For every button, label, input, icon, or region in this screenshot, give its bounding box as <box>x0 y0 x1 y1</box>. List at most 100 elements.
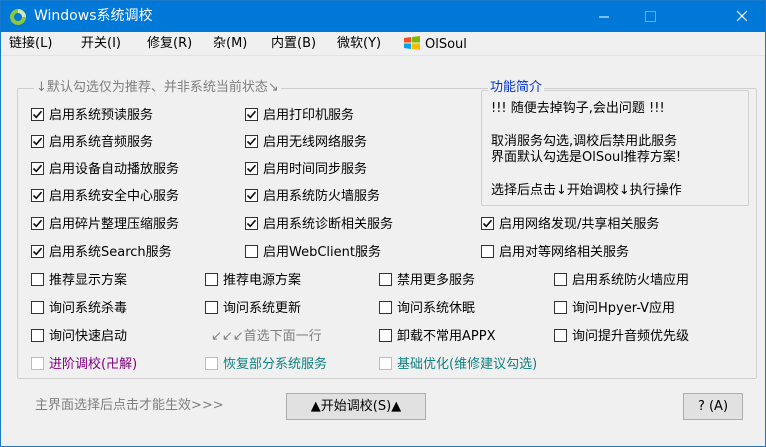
check-label: 推荐显示方案 <box>49 273 128 288</box>
check-windows-search[interactable]: 启用系统Search服务 <box>31 244 172 262</box>
check-label: 询问系统休眠 <box>397 301 476 316</box>
check-uninstall-appx[interactable]: 卸载不常用APPX <box>379 328 495 346</box>
check-webclient[interactable]: 启用WebClient服务 <box>245 244 381 262</box>
check-label: 启用网络发现/共享相关服务 <box>499 217 660 232</box>
checkbox-box[interactable] <box>31 301 44 314</box>
app-window: Windows系统调校 链接(L) 开关(I) 修复(R) 杂(M) 内置(B)… <box>0 0 766 447</box>
menu-olsoul[interactable]: OlSoul <box>403 35 467 53</box>
menu-builtin[interactable]: 内置(B) <box>271 36 316 52</box>
checkbox-box[interactable] <box>245 162 258 175</box>
maximize-button[interactable] <box>627 1 673 32</box>
checkbox-box[interactable] <box>379 357 392 370</box>
check-diagnostics[interactable]: 启用系统诊断相关服务 <box>245 216 393 234</box>
check-label: 卸载不常用APPX <box>397 329 496 344</box>
checkbox-box[interactable] <box>205 273 218 286</box>
check-ask-fast-startup[interactable]: 询问快速启动 <box>31 328 127 346</box>
checkbox-box[interactable] <box>31 189 44 202</box>
check-display-scheme[interactable]: 推荐显示方案 <box>31 272 127 290</box>
menu-switches[interactable]: 开关(I) <box>81 36 121 52</box>
check-autoplay[interactable]: 启用设备自动播放服务 <box>31 161 179 179</box>
intro-line-4: 选择后点击↓开始调校↓执行操作 <box>491 183 682 198</box>
window-title: Windows系统调校 <box>34 8 153 24</box>
checkbox-box[interactable] <box>379 329 392 342</box>
menu-repair[interactable]: 修复(R) <box>147 36 192 52</box>
check-label: 询问系统杀毒 <box>49 301 128 316</box>
minimize-button[interactable] <box>581 1 627 32</box>
checkbox-box[interactable] <box>379 273 392 286</box>
checkbox-box[interactable] <box>554 329 567 342</box>
checkbox-box[interactable] <box>379 301 392 314</box>
checkbox-box[interactable] <box>31 108 44 121</box>
check-firewall-app[interactable]: 启用系统防火墙应用 <box>554 272 689 290</box>
check-defrag[interactable]: 启用碎片整理压缩服务 <box>31 216 179 234</box>
check-ask-antivirus[interactable]: 询问系统杀毒 <box>31 300 127 318</box>
check-label: 启用系统预读服务 <box>49 108 154 123</box>
check-security-center[interactable]: 启用系统安全中心服务 <box>31 188 179 206</box>
check-label: 恢复部分系统服务 <box>223 357 328 372</box>
checkmark-icon <box>246 110 257 119</box>
check-label: 推荐电源方案 <box>223 273 302 288</box>
check-time-sync[interactable]: 启用时间同步服务 <box>245 161 367 179</box>
checkbox-box[interactable] <box>245 217 258 230</box>
footer-note: 主界面选择后点击才能生效>>> <box>35 398 224 413</box>
checkbox-box[interactable] <box>245 108 258 121</box>
intro-legend: 功能简介 <box>488 80 545 96</box>
check-label: 启用碎片整理压缩服务 <box>49 217 180 232</box>
checkbox-box[interactable] <box>205 301 218 314</box>
check-system-audio[interactable]: 启用系统音频服务 <box>31 134 153 152</box>
checkbox-box[interactable] <box>245 189 258 202</box>
check-ask-hibernate[interactable]: 询问系统休眠 <box>379 300 475 318</box>
check-label: 启用时间同步服务 <box>263 162 368 177</box>
checkbox-box[interactable] <box>31 162 44 175</box>
check-label: 启用系统防火墙应用 <box>572 273 690 288</box>
checkbox-box[interactable] <box>245 135 258 148</box>
check-print-spooler[interactable]: 启用打印机服务 <box>245 107 354 125</box>
menu-misc[interactable]: 杂(M) <box>213 36 247 52</box>
check-audio-priority[interactable]: 询问提升音频优先级 <box>554 328 689 346</box>
windows-flag-icon <box>404 36 420 50</box>
hint-select-next-row: ↙↙↙首选下面一行 <box>211 329 322 344</box>
checkmark-icon <box>32 247 43 256</box>
close-button[interactable] <box>719 1 765 32</box>
check-power-scheme[interactable]: 推荐电源方案 <box>205 272 301 290</box>
check-label: 启用系统音频服务 <box>49 135 154 150</box>
checkmark-icon <box>246 137 257 146</box>
checkbox-box[interactable] <box>31 357 44 370</box>
title-bar[interactable]: Windows系统调校 <box>1 1 765 32</box>
check-peer-networking[interactable]: 启用对等网络相关服务 <box>481 244 629 262</box>
check-firewall-service[interactable]: 启用系统防火墙服务 <box>245 188 380 206</box>
menu-links[interactable]: 链接(L) <box>9 36 52 52</box>
check-label: 启用系统安全中心服务 <box>49 189 180 204</box>
checkbox-box[interactable] <box>31 273 44 286</box>
checkmark-icon <box>32 219 43 228</box>
check-advanced-tuning[interactable]: 进阶调校(卍解) <box>31 356 137 374</box>
checkbox-box[interactable] <box>31 245 44 258</box>
check-ask-update[interactable]: 询问系统更新 <box>205 300 301 318</box>
checkbox-box[interactable] <box>31 217 44 230</box>
check-network-discovery[interactable]: 启用网络发现/共享相关服务 <box>481 216 659 234</box>
check-disable-more[interactable]: 禁用更多服务 <box>379 272 475 290</box>
checkbox-box[interactable] <box>31 135 44 148</box>
check-label: 启用对等网络相关服务 <box>499 245 630 260</box>
checkbox-box[interactable] <box>554 273 567 286</box>
intro-line-3: 界面默认勾选是OlSoul推荐方案! <box>491 150 682 165</box>
checkbox-box[interactable] <box>554 301 567 314</box>
menu-microsoft[interactable]: 微软(Y) <box>337 36 381 52</box>
check-label: 禁用更多服务 <box>397 273 476 288</box>
check-wireless[interactable]: 启用无线网络服务 <box>245 134 367 152</box>
checkbox-box[interactable] <box>31 329 44 342</box>
check-restore-services[interactable]: 恢复部分系统服务 <box>205 356 327 374</box>
checkbox-box[interactable] <box>481 217 494 230</box>
start-tuning-button[interactable]: ▲开始调校(S)▲ <box>286 393 426 420</box>
check-system-prefetch[interactable]: 启用系统预读服务 <box>31 107 153 125</box>
checkbox-box[interactable] <box>205 357 218 370</box>
check-label: 启用系统防火墙服务 <box>263 189 381 204</box>
intro-warning: !!! 随便去掉钩子,会出问题 !!! <box>491 101 665 116</box>
check-label: 启用打印机服务 <box>263 108 355 123</box>
checkmark-icon <box>246 164 257 173</box>
checkbox-box[interactable] <box>245 245 258 258</box>
check-ask-hyperv[interactable]: 询问Hpyer-V应用 <box>554 300 675 318</box>
help-button[interactable]: ? (A) <box>683 393 743 420</box>
checkbox-box[interactable] <box>481 245 494 258</box>
check-basic-optimize[interactable]: 基础优化(维修建议勾选) <box>379 356 537 374</box>
